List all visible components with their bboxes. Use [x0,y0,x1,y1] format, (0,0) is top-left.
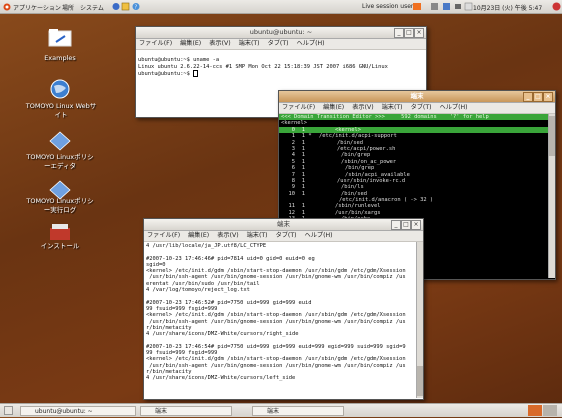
domain-path: /etc/init.d/anacron ( -> 32 ) [339,197,434,204]
top-panel: アプリケーション 場所 システム ? Live session user 10月… [0,0,562,14]
installer-icon [50,224,70,240]
domain-path: /etc/init.d/acpi-support [319,133,397,140]
menu-terminal[interactable]: 端末(T) [247,232,268,239]
desktop-icon-label: TOMOYO Linuxポリシー実行ログ [26,197,94,214]
terminal-line: Linux ubuntu 2.6.22-14-ccs #1 SMP Mon Oc… [138,63,388,70]
scrollbar-thumb[interactable] [417,366,423,396]
terminal-line: /usr/bin/ssh-agent /usr/bin/gnome-sessio… [146,318,406,325]
terminal-line: ubuntu@ubuntu:~$ [138,69,424,77]
maximize-button[interactable]: □ [533,92,543,102]
window-titlebar[interactable]: 端末 _ □ × [144,219,423,231]
domain-path: <kernel> [335,126,361,133]
terminal-line: /usr/bin/ssh-agent /usr/bin/gnome-sessio… [146,274,406,281]
close-button[interactable]: × [414,28,424,38]
terminal-line: /usr/bin/ssh-agent /usr/bin/gnome-sessio… [146,362,406,369]
menu-terminal[interactable]: 端末(T) [239,40,260,47]
menu-edit[interactable]: 編集(E) [188,232,209,239]
folder-icon [48,29,72,47]
domain-path: /bin/ls [341,184,364,191]
taskbar-button[interactable]: 端末 [252,406,344,416]
menu-edit[interactable]: 編集(E) [180,40,201,47]
menu-file[interactable]: ファイル(F) [147,232,180,239]
taskbar-button[interactable]: ubuntu@ubuntu: ~ [20,406,136,416]
domain-path: /bin/sed [337,139,363,146]
workspace-switcher[interactable] [528,405,558,418]
terminal-line: 4 /usr/share/icons/DMZ-White/cursors/lef… [146,375,296,382]
show-desktop-icon[interactable] [4,406,13,417]
domain-path: /sbin/runlevel [335,203,381,210]
menu-view[interactable]: 表示(V) [352,104,373,111]
power-icon[interactable] [552,2,561,13]
menu-bar: ファイル(F) 編集(E) 表示(V) 端末(T) タブ(T) ヘルプ(H) [136,39,426,50]
desktop-icon-label: Examples [44,54,76,62]
menu-help[interactable]: ヘルプ(H) [440,104,468,111]
menu-bar: ファイル(F) 編集(E) 表示(V) 端末(T) タブ(T) ヘルプ(H) [279,103,555,114]
menu-help[interactable]: ヘルプ(H) [297,40,325,47]
minimize-button[interactable]: _ [391,220,401,230]
close-button[interactable]: × [411,220,421,230]
desktop-icon-label: TOMOYO Linuxポリシーエディタ [26,153,94,170]
scrollbar-thumb[interactable] [549,116,555,156]
terminal-line: <kernel> /etc/init.d/gdm /sbin/start-sto… [146,356,406,363]
cursor [193,69,199,77]
menu-edit[interactable]: 編集(E) [323,104,344,111]
menu-view[interactable]: 表示(V) [209,40,230,47]
menu-help[interactable]: ヘルプ(H) [305,232,333,239]
tray-icons[interactable] [413,2,473,13]
menu-tabs[interactable]: タブ(T) [276,232,297,239]
desktop-icon-label: インストール [40,242,80,250]
launcher-icons[interactable]: ? [112,2,144,13]
window-titlebar[interactable]: 端末 _ □ × [279,91,555,103]
maximize-button[interactable]: □ [404,28,414,38]
window-titlebar[interactable]: ubuntu@ubuntu: ~ _ □ × [136,27,426,39]
session-user[interactable]: Live session user [362,3,413,10]
window-title: ubuntu@ubuntu: ~ [249,28,313,36]
bottom-panel: ubuntu@ubuntu: ~ 端末 端末 [0,403,562,417]
minimize-button[interactable]: _ [394,28,404,38]
desktop-icon-label: TOMOYO Linux Webサイト [25,102,97,119]
domain-path: /etc/acpi/power.sh [337,145,396,152]
domain-mark: * [308,133,312,140]
domain-path: /usr/bin/xargs [335,209,381,216]
taskbar-button[interactable]: 端末 [140,406,232,416]
globe-icon [50,79,70,99]
menu-tabs[interactable]: タブ(T) [411,104,432,111]
menu-terminal[interactable]: 端末(T) [382,104,403,111]
domain-path: /sbin/acpi_available [345,171,410,178]
terminal-window-3[interactable]: 端末 _ □ × ファイル(F) 編集(E) 表示(V) 端末(T) タブ(T)… [143,218,424,400]
ubuntu-logo-icon[interactable] [3,3,11,13]
menu-file[interactable]: ファイル(F) [282,104,315,111]
domain-path: /bin/sed [341,190,367,197]
clock[interactable]: 10月23日 (火) 午後 5:47 [473,3,542,12]
terminal-line: <kernel> /etc/init.d/gdm /sbin/start-sto… [146,312,406,319]
diamond-icon [49,131,71,151]
domain-path: /sbin/on_ac_power [341,158,397,165]
close-button[interactable]: × [543,92,553,102]
scrollbar[interactable] [548,114,555,278]
window-title: 端末 [410,92,424,100]
domain-path: /usr/sbin/invoke-rc.d [337,177,406,184]
menu-tabs[interactable]: タブ(T) [268,40,289,47]
domain-path: /bin/grep [345,165,375,172]
menu-places[interactable]: 場所 [62,3,74,12]
domain-path: /bin/grep [341,152,371,159]
menu-view[interactable]: 表示(V) [217,232,238,239]
minimize-button[interactable]: _ [523,92,533,102]
window-title: 端末 [277,220,290,228]
terminal-output[interactable]: 4 /usr/lib/locale/ja_JP.utf8/LC_CTYPE #20… [144,242,423,398]
menu-system[interactable]: システム [80,3,104,12]
maximize-button[interactable]: □ [401,220,411,230]
menu-file[interactable]: ファイル(F) [139,40,172,47]
svg-text:?: ? [135,5,138,11]
scrollbar[interactable] [416,242,423,398]
menu-bar: ファイル(F) 編集(E) 表示(V) 端末(T) タブ(T) ヘルプ(H) [144,231,423,242]
menu-applications[interactable]: アプリケーション [13,3,61,12]
